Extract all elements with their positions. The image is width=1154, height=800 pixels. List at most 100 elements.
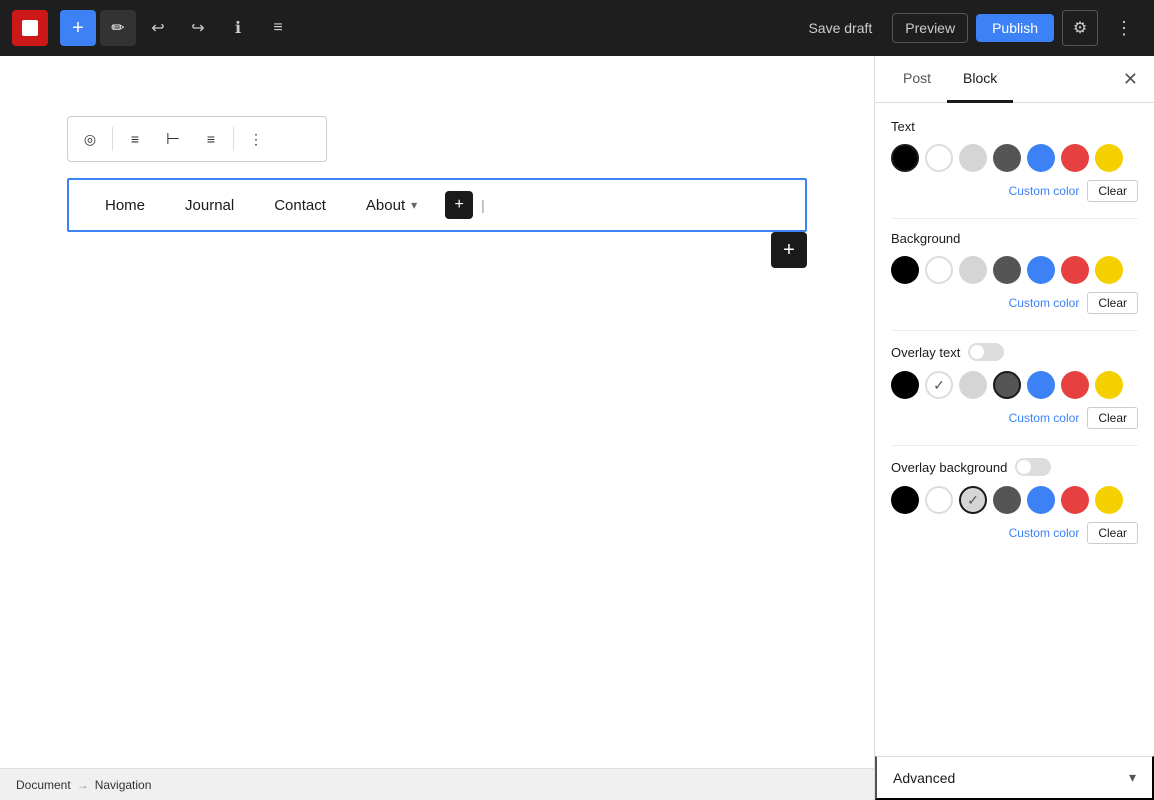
text-color-yellow[interactable] [1095, 144, 1123, 172]
edit-mode-button[interactable]: ✏ [100, 10, 136, 46]
nav-item-journal[interactable]: Journal [165, 189, 254, 222]
overlay-text-black[interactable] [891, 371, 919, 399]
advanced-chevron-down-icon: ▾ [1129, 769, 1136, 786]
divider [112, 127, 113, 151]
overlay-bg-dark-gray[interactable] [993, 486, 1021, 514]
text-color-red[interactable] [1061, 144, 1089, 172]
logo-button[interactable] [12, 10, 48, 46]
overlay-text-red[interactable] [1061, 371, 1089, 399]
bg-custom-color-button[interactable]: Custom color [1009, 296, 1080, 310]
add-icon: + [72, 17, 84, 40]
bg-color-blue[interactable] [1027, 256, 1055, 284]
sidebar-close-button[interactable]: ✕ [1119, 56, 1142, 102]
logo-icon [22, 20, 38, 36]
overlay-text-light-gray[interactable] [959, 371, 987, 399]
overlay-text-toggle[interactable] [968, 343, 1004, 361]
text-color-section: Text Custom color Clear [891, 119, 1138, 202]
info-button[interactable]: ℹ [220, 10, 256, 46]
overlay-bg-toggle[interactable] [1015, 458, 1051, 476]
tab-block[interactable]: Block [947, 56, 1013, 103]
check-icon-overlay-bg: ✓ [967, 492, 979, 509]
add-float-icon: + [783, 239, 795, 262]
more-options-button[interactable]: ⋮ [1106, 10, 1142, 46]
transform-icon: ◎ [84, 131, 96, 148]
add-block-float-button[interactable]: + [771, 232, 807, 268]
preview-button[interactable]: Preview [892, 13, 968, 43]
list-icon: ≡ [273, 19, 282, 37]
main-toolbar: + ✏ ↩ ↪ ℹ ≡ Save draft Preview Publish ⚙ [0, 0, 1154, 56]
overlay-text-dark-gray[interactable] [993, 371, 1021, 399]
breadcrumb-navigation[interactable]: Navigation [95, 778, 152, 792]
editor-inner: ◎ ≡ ⊢ ≡ ⋮ Home [27, 56, 847, 592]
breadcrumb-document[interactable]: Document [16, 778, 71, 792]
overlay-bg-label: Overlay background [891, 458, 1138, 476]
align-left-icon: ⊢ [166, 129, 180, 149]
overlay-bg-light-gray[interactable]: ✓ [959, 486, 987, 514]
background-label: Background [891, 231, 1138, 246]
block-toolbar: ◎ ≡ ⊢ ≡ ⋮ [67, 116, 327, 162]
sidebar: Post Block ✕ Text [874, 56, 1154, 800]
more-icon: ⋮ [1115, 18, 1133, 39]
overlay-text-swatches: ✓ [891, 371, 1138, 399]
bg-color-swatches [891, 256, 1138, 284]
about-chevron-down-icon: ▾ [411, 198, 417, 212]
overlay-bg-clear-button[interactable]: Clear [1087, 522, 1138, 544]
overlay-text-white[interactable]: ✓ [925, 371, 953, 399]
overlay-text-custom-color-button[interactable]: Custom color [1009, 411, 1080, 425]
text-clear-button[interactable]: Clear [1087, 180, 1138, 202]
overlay-bg-white[interactable] [925, 486, 953, 514]
divider2 [233, 127, 234, 151]
overlay-text-label: Overlay text [891, 343, 1138, 361]
text-color-white[interactable] [925, 144, 953, 172]
nav-item-home[interactable]: Home [85, 189, 165, 222]
undo-button[interactable]: ↩ [140, 10, 176, 46]
add-block-button[interactable]: + [60, 10, 96, 46]
block-tb-justify[interactable]: ≡ [193, 121, 229, 157]
overlay-bg-black[interactable] [891, 486, 919, 514]
nav-add-item-button[interactable]: + [445, 191, 473, 219]
overlay-bg-blue[interactable] [1027, 486, 1055, 514]
text-custom-color-button[interactable]: Custom color [1009, 184, 1080, 198]
overlay-bg-yellow[interactable] [1095, 486, 1123, 514]
nav-item-contact[interactable]: Contact [254, 189, 346, 222]
advanced-section-toggle[interactable]: Advanced ▾ [875, 756, 1154, 800]
bg-color-light-gray[interactable] [959, 256, 987, 284]
tab-post[interactable]: Post [887, 56, 947, 103]
block-tb-align-center[interactable]: ≡ [117, 121, 153, 157]
sidebar-content: Text Custom color Clear [875, 103, 1154, 756]
bg-color-dark-gray[interactable] [993, 256, 1021, 284]
nav-about-label: About [366, 197, 405, 214]
text-color-dark-gray[interactable] [993, 144, 1021, 172]
overlay-bg-red[interactable] [1061, 486, 1089, 514]
text-color-blue[interactable] [1027, 144, 1055, 172]
divider-text-bg [891, 218, 1138, 219]
nav-item-about[interactable]: About ▾ [346, 189, 437, 222]
block-tb-align-left[interactable]: ⊢ [155, 121, 191, 157]
overlay-text-clear-button[interactable]: Clear [1087, 407, 1138, 429]
list-view-button[interactable]: ≡ [260, 10, 296, 46]
bg-color-black[interactable] [891, 256, 919, 284]
overlay-text-yellow[interactable] [1095, 371, 1123, 399]
undo-icon: ↩ [151, 18, 164, 38]
redo-button[interactable]: ↪ [180, 10, 216, 46]
publish-button[interactable]: Publish [976, 14, 1054, 42]
bg-clear-button[interactable]: Clear [1087, 292, 1138, 314]
text-color-label: Text [891, 119, 1138, 134]
block-tb-more[interactable]: ⋮ [238, 121, 274, 157]
overlay-bg-actions: Custom color Clear [891, 522, 1138, 544]
bg-color-white[interactable] [925, 256, 953, 284]
overlay-text-blue[interactable] [1027, 371, 1055, 399]
bg-color-red[interactable] [1061, 256, 1089, 284]
text-color-black[interactable] [891, 144, 919, 172]
overlay-bg-custom-color-button[interactable]: Custom color [1009, 526, 1080, 540]
save-draft-button[interactable]: Save draft [796, 14, 884, 42]
bg-color-yellow[interactable] [1095, 256, 1123, 284]
main-area: ◎ ≡ ⊢ ≡ ⋮ Home [0, 56, 1154, 800]
nav-block-inner: Home Journal Contact About ▾ + | [69, 180, 805, 230]
edit-icon: ✏ [111, 18, 124, 38]
overlay-bg-section: Overlay background ✓ Custom co [891, 458, 1138, 544]
block-tb-transform[interactable]: ◎ [72, 121, 108, 157]
divider-overlay-text-bg [891, 445, 1138, 446]
text-color-light-gray[interactable] [959, 144, 987, 172]
settings-button[interactable]: ⚙ [1062, 10, 1098, 46]
